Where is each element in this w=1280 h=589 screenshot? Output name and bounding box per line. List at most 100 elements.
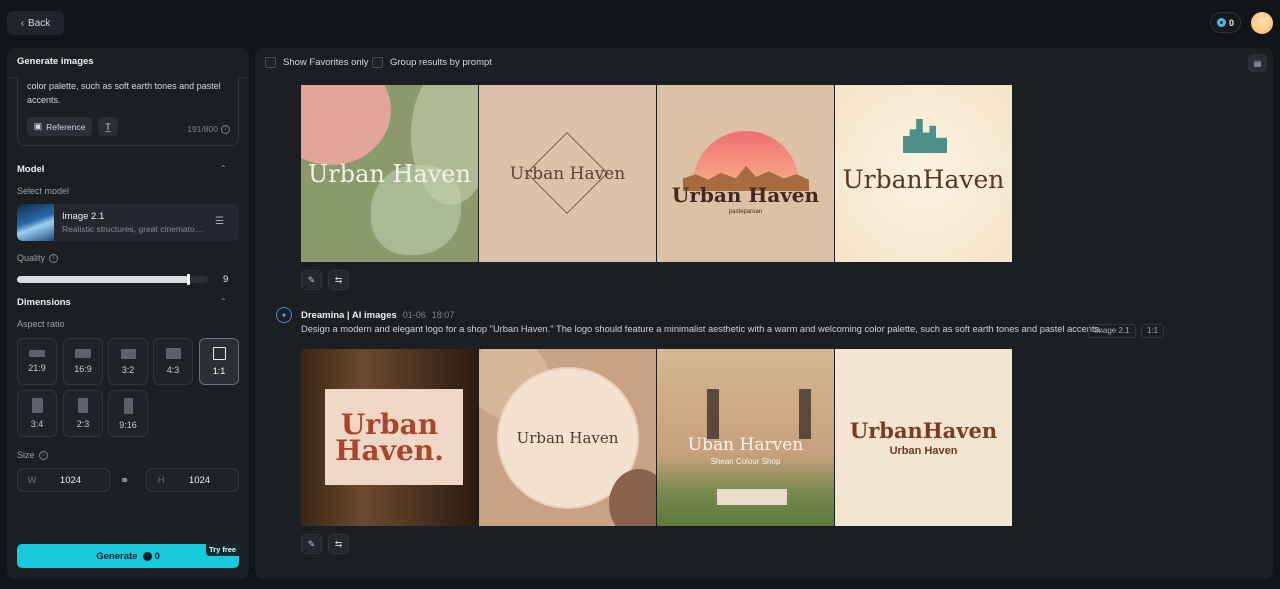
folder-icon[interactable]: ▤ — [1248, 54, 1267, 72]
ratio-label: 16:9 — [74, 364, 92, 374]
tab-generate-images[interactable]: Generate images — [17, 48, 94, 78]
info-icon[interactable]: i — [38, 450, 48, 460]
height-value[interactable]: 1024 — [175, 475, 238, 486]
link-icon[interactable]: ⚭ — [120, 474, 134, 487]
back-button[interactable]: ‹ Back — [7, 11, 64, 35]
generate-cost: 0 — [154, 550, 160, 562]
text-style-button[interactable]: T̲ — [98, 117, 118, 136]
image-logo-subtext: pasteparoan — [728, 208, 763, 215]
ratio-16-9-button[interactable]: 16:9 — [63, 338, 103, 385]
ratio-16-9-icon — [75, 349, 91, 358]
aspect-ratio-text: Aspect ratio — [17, 319, 65, 329]
width-field[interactable]: W 1024 — [17, 468, 110, 492]
generate-panel: Generate images color palette, such as s… — [7, 48, 249, 579]
text-icon: T̲ — [105, 121, 111, 132]
ratio-3-4-button[interactable]: 3:4 — [17, 390, 57, 437]
prompt-input[interactable]: color palette, such as soft earth tones … — [17, 76, 239, 146]
image-logo-text: Urban Haven — [516, 428, 619, 447]
credits-count: 0 — [1228, 17, 1234, 28]
info-icon[interactable]: i — [49, 253, 59, 263]
quality-slider-fill — [17, 276, 189, 283]
ratio-3-4-icon — [31, 398, 43, 413]
aspect-ratio-label: Aspect ratio — [17, 319, 65, 329]
generation-time: 18:07 — [431, 310, 455, 320]
model-tag: Image 2.1 — [1088, 324, 1136, 338]
quality-label: Quality i — [17, 253, 59, 263]
quality-slider[interactable] — [17, 274, 208, 285]
result-image[interactable]: Urban Haven. — [301, 349, 478, 526]
reference-button[interactable]: ▣ Reference — [27, 117, 92, 136]
result-image[interactable]: Urban Haven — [301, 85, 478, 262]
result-image[interactable]: UrbanHaven Urban Haven — [835, 349, 1012, 526]
ratio-3-2-button[interactable]: 3:2 — [108, 338, 148, 385]
group-checkbox[interactable] — [372, 57, 383, 68]
image-shape — [707, 389, 719, 439]
ratio-2-3-button[interactable]: 2:3 — [63, 390, 103, 437]
ratio-label: 3:2 — [121, 364, 135, 375]
image-logo-text: UrbanHaven — [849, 418, 998, 443]
result-image[interactable]: UrbanHaven — [835, 85, 1012, 262]
generation-date: 01-06 — [402, 310, 426, 320]
pencil-icon: ✎ — [307, 538, 316, 549]
ratio-4-3-icon — [165, 348, 181, 359]
model-description: Realistic structures, great cinematograp… — [62, 224, 207, 234]
favorites-checkbox[interactable] — [265, 57, 276, 68]
avatar[interactable] — [1251, 12, 1273, 34]
image-shape — [903, 119, 947, 153]
image-grid-2: Urban Haven. Urban Haven Uban Harven She… — [301, 349, 1012, 526]
model-thumbnail — [17, 204, 54, 241]
image-logo-text: Uban Harven — [687, 435, 804, 455]
ratio-label: 3:4 — [30, 419, 44, 429]
ratio-4-3-button[interactable]: 4:3 — [153, 338, 193, 385]
group-by-prompt-toggle[interactable]: Group results by prompt — [372, 57, 492, 68]
chevron-up-icon[interactable]: ⌃ — [220, 297, 230, 307]
model-name: Image 2.1 — [62, 211, 105, 222]
back-label: Back — [28, 17, 51, 29]
info-icon[interactable]: i — [221, 124, 230, 134]
edit-button[interactable]: ✎ — [301, 534, 322, 554]
dimensions-section-title: Dimensions — [17, 297, 71, 308]
regenerate-button[interactable]: ⇆ — [328, 534, 349, 554]
reference-label: Reference — [46, 121, 86, 132]
ratio-9-16-button[interactable]: 9:16 — [108, 390, 148, 437]
ratio-1-1-button[interactable]: 1:1 — [199, 338, 239, 385]
generation-prompt[interactable]: Design a modern and elegant logo for a s… — [301, 324, 1102, 334]
regenerate-button[interactable]: ⇆ — [328, 270, 349, 290]
show-favorites-toggle[interactable]: Show Favorites only — [265, 57, 369, 68]
quality-slider-handle[interactable] — [186, 274, 190, 285]
size-text: Size — [17, 450, 35, 460]
result-image[interactable]: Urban Haven pasteparoan — [657, 85, 834, 262]
ratio-label: 4:3 — [166, 365, 180, 375]
height-field[interactable]: H 1024 — [146, 468, 239, 492]
pencil-icon: ✎ — [307, 274, 316, 285]
ratio-9-16-icon — [123, 397, 133, 414]
repeat-icon: ⇆ — [334, 538, 343, 549]
result-image[interactable]: Uban Harven Shean Colour Shop — [657, 349, 834, 526]
sliders-icon[interactable]: ☰ — [215, 216, 229, 228]
ratio-label: 21:9 — [28, 363, 46, 373]
width-value[interactable]: 1024 — [46, 475, 109, 486]
prompt-text[interactable]: color palette, such as soft earth tones … — [27, 79, 231, 107]
ratio-1-1-icon — [212, 347, 226, 360]
ratio-2-3-icon — [78, 398, 88, 413]
quality-value: 9 — [223, 274, 229, 285]
result-image[interactable]: Urban Haven — [479, 349, 656, 526]
image-logo-subtext: Urban Haven — [889, 445, 958, 457]
height-prefix: H — [157, 474, 165, 486]
try-free-badge: Try free — [206, 544, 240, 556]
credit-coin-icon — [143, 551, 153, 561]
ratio-21-9-button[interactable]: 21:9 — [17, 338, 57, 385]
credits-balance[interactable]: 0 — [1210, 12, 1241, 33]
repeat-icon: ⇆ — [334, 274, 343, 285]
image-shape — [301, 85, 391, 165]
credit-coin-icon — [1216, 18, 1226, 27]
image-shape — [717, 489, 787, 505]
dreamina-logo-icon: ✦ — [276, 307, 292, 323]
select-model-label: Select model — [17, 186, 69, 196]
char-counter: 191/800 i — [187, 124, 230, 134]
generation-meta: ✦ Dreamina | AI images 01-06 18:07 — [276, 307, 454, 323]
result-image[interactable]: Urban Haven — [479, 85, 656, 262]
chevron-up-icon[interactable]: ⌃ — [220, 164, 230, 174]
model-selector[interactable]: Image 2.1 Realistic structures, great ci… — [17, 204, 239, 241]
edit-button[interactable]: ✎ — [301, 270, 322, 290]
